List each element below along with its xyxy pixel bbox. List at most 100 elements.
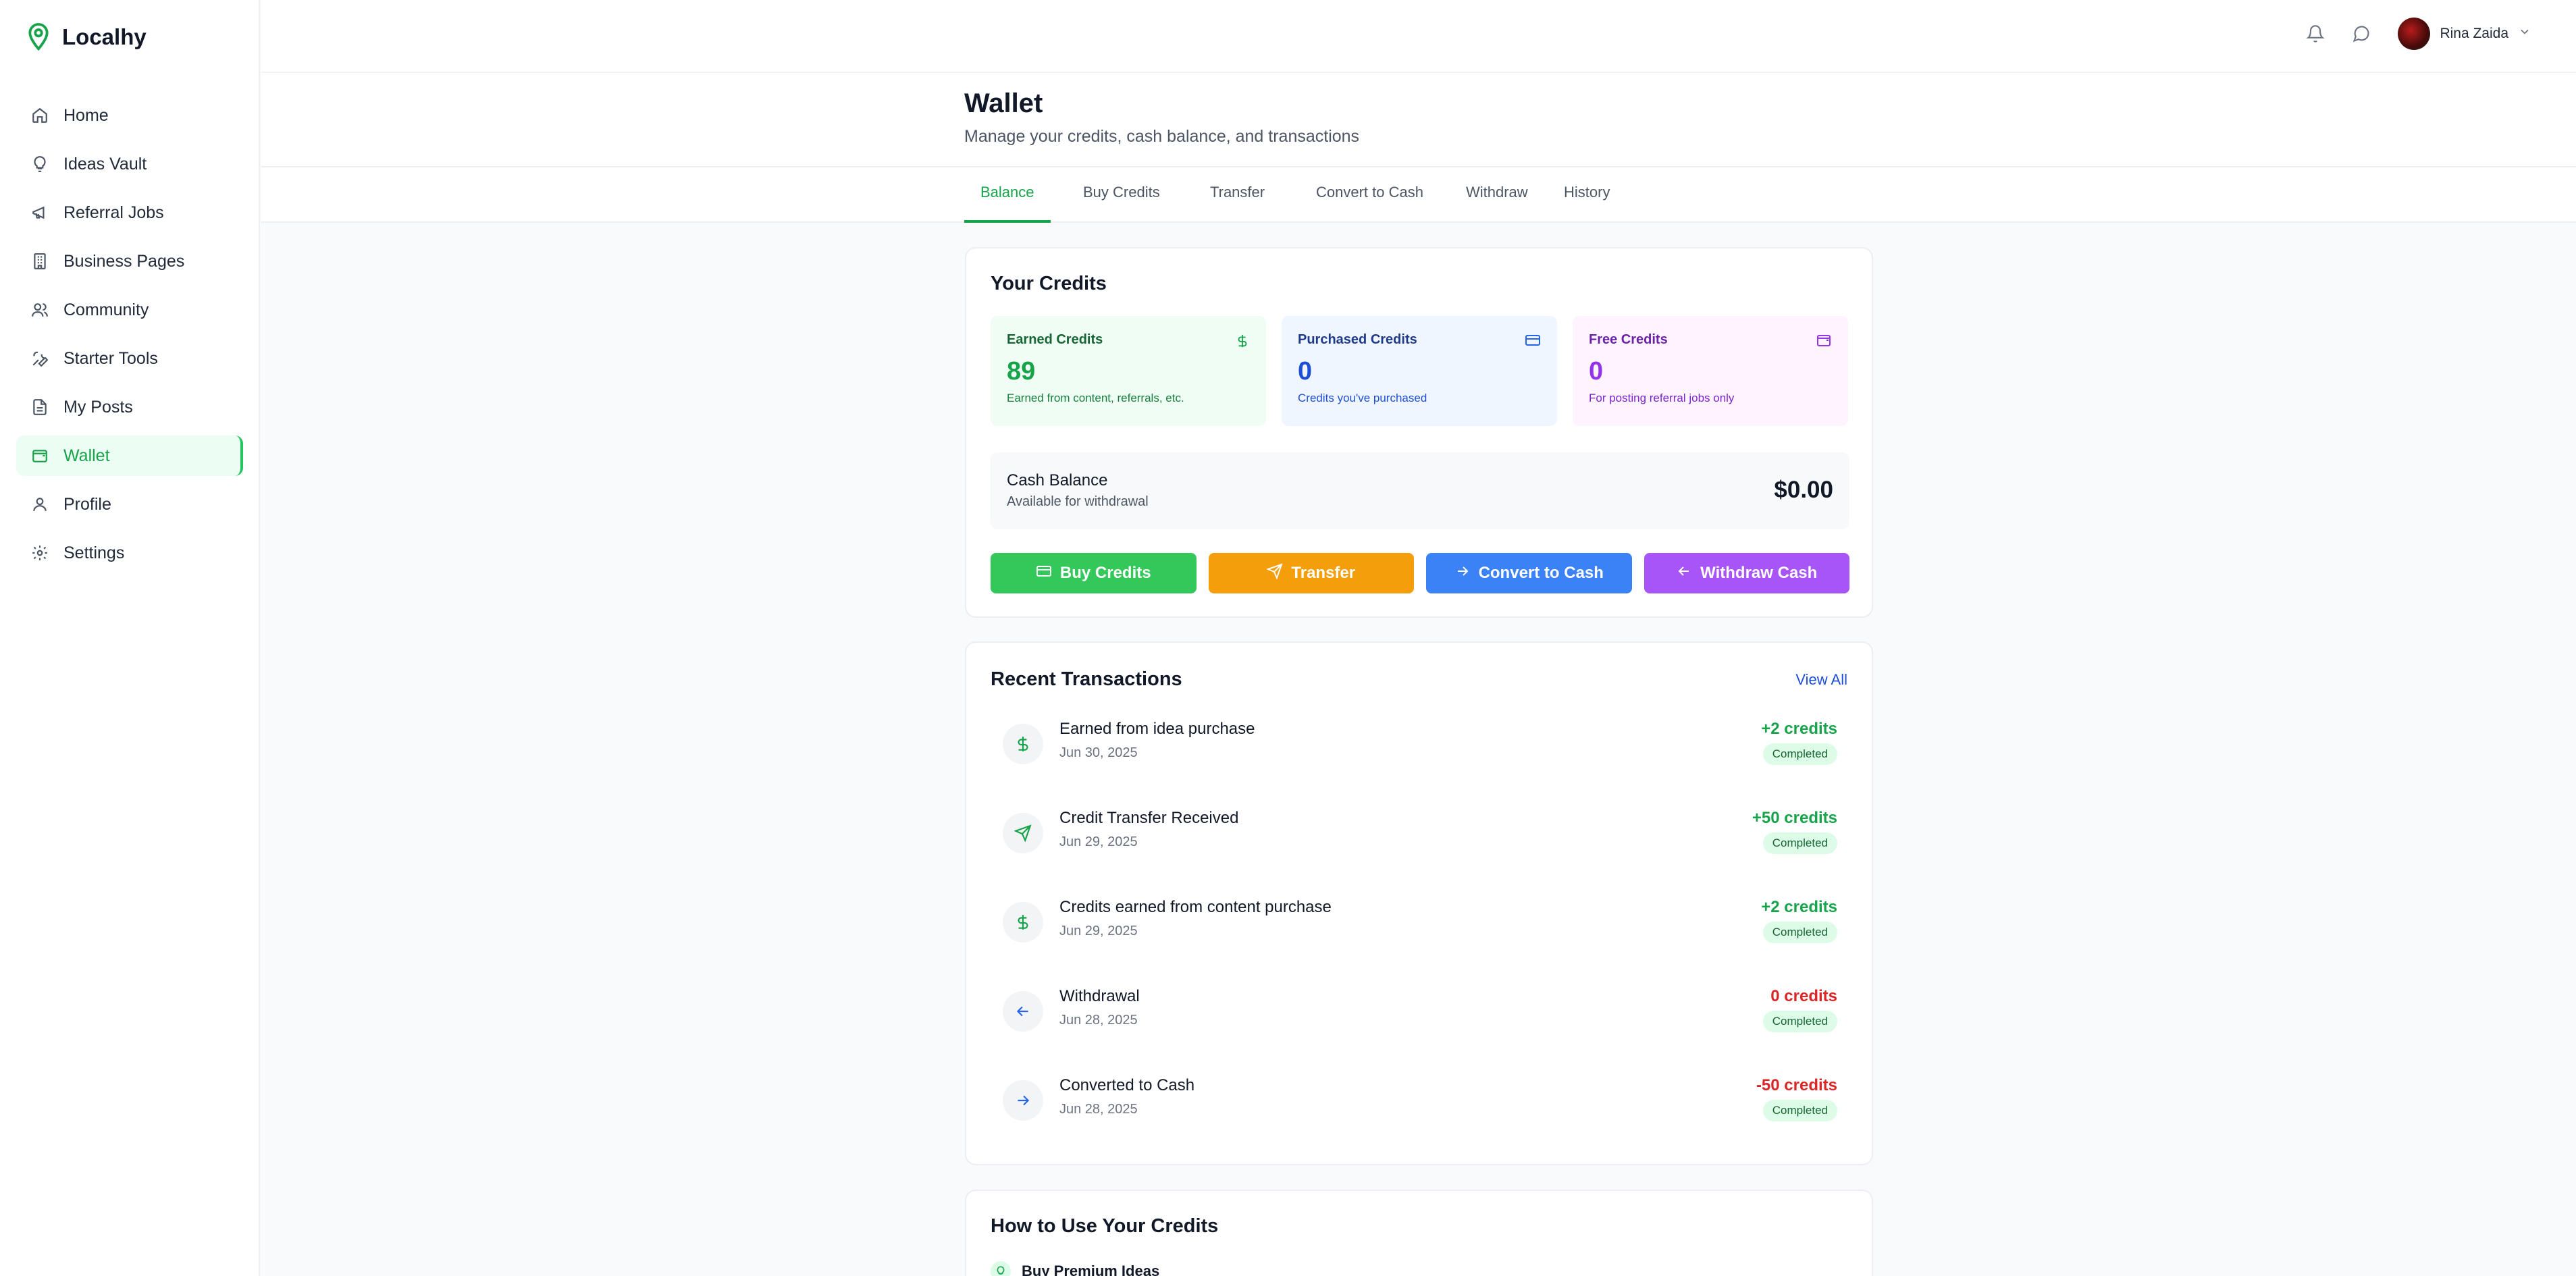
wallet-icon bbox=[30, 446, 50, 466]
sidebar-item-label: Community bbox=[63, 300, 149, 319]
sidebar-item-label: Profile bbox=[63, 494, 111, 514]
map-pin-icon bbox=[26, 22, 51, 53]
status-badge: Completed bbox=[1762, 922, 1837, 943]
dollar-icon bbox=[1003, 902, 1043, 942]
sidebar-nav: Home Ideas Vault Referral Jobs Business … bbox=[16, 95, 243, 581]
transaction-title: Credits earned from content purchase bbox=[1059, 898, 1332, 916]
sidebar: Localhy Home Ideas Vault Referral Jobs B… bbox=[0, 0, 260, 1276]
view-all-link[interactable]: View All bbox=[1795, 671, 1847, 689]
building-icon bbox=[30, 251, 50, 271]
transaction-row[interactable]: Earned from idea purchase Jun 30, 2025 +… bbox=[991, 705, 1849, 794]
status-badge: Completed bbox=[1762, 1011, 1837, 1032]
tab-withdraw[interactable]: Withdraw bbox=[1450, 167, 1544, 223]
transaction-row[interactable]: Converted to Cash Jun 28, 2025 -50 credi… bbox=[991, 1061, 1849, 1150]
sidebar-item-profile[interactable]: Profile bbox=[16, 484, 243, 525]
transaction-amount: +2 credits bbox=[1761, 720, 1837, 738]
sidebar-item-label: Home bbox=[63, 105, 109, 125]
transaction-title: Credit Transfer Received bbox=[1059, 809, 1239, 827]
transaction-row[interactable]: Credits earned from content purchase Jun… bbox=[991, 883, 1849, 972]
transaction-title: Withdrawal bbox=[1059, 987, 1140, 1005]
transaction-title: Converted to Cash bbox=[1059, 1076, 1195, 1094]
cash-balance-value: $0.00 bbox=[1774, 477, 1833, 503]
top-actions: Rina Zaida bbox=[2306, 18, 2531, 50]
page-subtitle: Manage your credits, cash balance, and t… bbox=[964, 127, 1360, 146]
wallet-icon bbox=[1816, 332, 1832, 352]
earned-credits-box: Earned Credits 89 Earned from content, r… bbox=[991, 316, 1266, 426]
howto-item: Buy Premium Ideas bbox=[991, 1261, 1159, 1276]
transaction-amount: +2 credits bbox=[1761, 898, 1837, 916]
button-label: Buy Credits bbox=[1059, 564, 1151, 582]
sidebar-item-business-pages[interactable]: Business Pages bbox=[16, 241, 243, 282]
free-credits-sub: For posting referral jobs only bbox=[1589, 392, 1735, 404]
sidebar-item-home[interactable]: Home bbox=[16, 95, 243, 136]
button-label: Convert to Cash bbox=[1478, 564, 1604, 582]
howto-item-label: Buy Premium Ideas bbox=[1022, 1262, 1160, 1276]
tab-balance[interactable]: Balance bbox=[964, 167, 1051, 223]
users-icon bbox=[30, 300, 50, 320]
sidebar-item-label: Business Pages bbox=[63, 251, 185, 271]
credit-card-icon bbox=[1036, 563, 1052, 584]
arrow-left-icon bbox=[1003, 991, 1043, 1032]
earned-credits-sub: Earned from content, referrals, etc. bbox=[1007, 392, 1184, 404]
purchased-credits-label: Purchased Credits bbox=[1298, 332, 1417, 347]
send-icon bbox=[1266, 562, 1284, 584]
arrow-right-icon bbox=[1454, 563, 1471, 584]
sidebar-item-wallet[interactable]: Wallet bbox=[16, 435, 243, 476]
dollar-icon bbox=[1235, 332, 1250, 353]
transaction-date: Jun 29, 2025 bbox=[1059, 924, 1138, 938]
megaphone-icon bbox=[30, 203, 50, 223]
user-name: Rina Zaida bbox=[2440, 26, 2508, 41]
sidebar-item-label: Starter Tools bbox=[63, 348, 158, 368]
logo[interactable]: Localhy bbox=[26, 22, 147, 53]
top-bar: Rina Zaida bbox=[261, 0, 2576, 73]
free-credits-box: Free Credits 0 For posting referral jobs… bbox=[1573, 316, 1848, 426]
button-label: Withdraw Cash bbox=[1700, 564, 1818, 582]
sidebar-item-label: Settings bbox=[63, 543, 125, 562]
sidebar-item-starter-tools[interactable]: Starter Tools bbox=[16, 338, 243, 379]
avatar bbox=[2398, 18, 2431, 50]
app-name: Localhy bbox=[62, 24, 147, 49]
sidebar-item-label: Referral Jobs bbox=[63, 203, 164, 222]
page-header: Wallet Manage your credits, cash balance… bbox=[261, 73, 2576, 167]
sidebar-item-label: My Posts bbox=[63, 397, 133, 417]
home-icon bbox=[30, 105, 50, 126]
sidebar-item-settings[interactable]: Settings bbox=[16, 533, 243, 573]
purchased-credits-sub: Credits you've purchased bbox=[1298, 392, 1427, 404]
earned-credits-label: Earned Credits bbox=[1007, 332, 1103, 347]
sidebar-item-referral-jobs[interactable]: Referral Jobs bbox=[16, 192, 243, 233]
sidebar-item-my-posts[interactable]: My Posts bbox=[16, 387, 243, 427]
tab-convert-to-cash[interactable]: Convert to Cash bbox=[1300, 167, 1440, 223]
cash-balance-title: Cash Balance bbox=[1007, 471, 1108, 489]
earned-credits-value: 89 bbox=[1007, 357, 1036, 386]
tab-buy-credits[interactable]: Buy Credits bbox=[1067, 167, 1176, 223]
wallet-tabs: Balance Buy Credits Transfer Convert to … bbox=[261, 167, 2576, 223]
tab-history[interactable]: History bbox=[1548, 167, 1626, 223]
convert-to-cash-button[interactable]: Convert to Cash bbox=[1426, 553, 1632, 593]
tab-transfer[interactable]: Transfer bbox=[1194, 167, 1281, 223]
buy-credits-button[interactable]: Buy Credits bbox=[991, 553, 1197, 593]
message-icon[interactable] bbox=[2352, 24, 2371, 43]
purchased-credits-value: 0 bbox=[1298, 357, 1313, 386]
credits-title: Your Credits bbox=[991, 273, 1107, 294]
transactions-card: Recent Transactions View All Earned from… bbox=[965, 641, 1873, 1165]
transaction-amount: 0 credits bbox=[1770, 987, 1837, 1005]
status-badge: Completed bbox=[1762, 832, 1837, 854]
howto-card: How to Use Your Credits Buy Premium Idea… bbox=[965, 1190, 1873, 1276]
user-icon bbox=[30, 494, 50, 514]
gear-icon bbox=[30, 543, 50, 563]
cash-balance: Cash Balance Available for withdrawal $0… bbox=[991, 452, 1849, 529]
free-credits-label: Free Credits bbox=[1589, 332, 1668, 347]
sidebar-item-ideas-vault[interactable]: Ideas Vault bbox=[16, 144, 243, 184]
transfer-button[interactable]: Transfer bbox=[1208, 553, 1414, 593]
sidebar-item-community[interactable]: Community bbox=[16, 290, 243, 330]
wallet-actions: Buy Credits Transfer Convert to Cash Wit… bbox=[991, 553, 1849, 593]
user-menu[interactable]: Rina Zaida bbox=[2398, 18, 2531, 50]
bell-icon[interactable] bbox=[2306, 24, 2325, 43]
status-badge: Completed bbox=[1762, 743, 1837, 765]
send-icon bbox=[1003, 813, 1043, 853]
transaction-row[interactable]: Withdrawal Jun 28, 2025 0 credits Comple… bbox=[991, 972, 1849, 1061]
transaction-row[interactable]: Credit Transfer Received Jun 29, 2025 +5… bbox=[991, 794, 1849, 883]
credits-card: Your Credits Earned Credits 89 Earned fr… bbox=[965, 247, 1873, 618]
withdraw-cash-button[interactable]: Withdraw Cash bbox=[1644, 553, 1849, 593]
transaction-amount: -50 credits bbox=[1756, 1076, 1837, 1094]
